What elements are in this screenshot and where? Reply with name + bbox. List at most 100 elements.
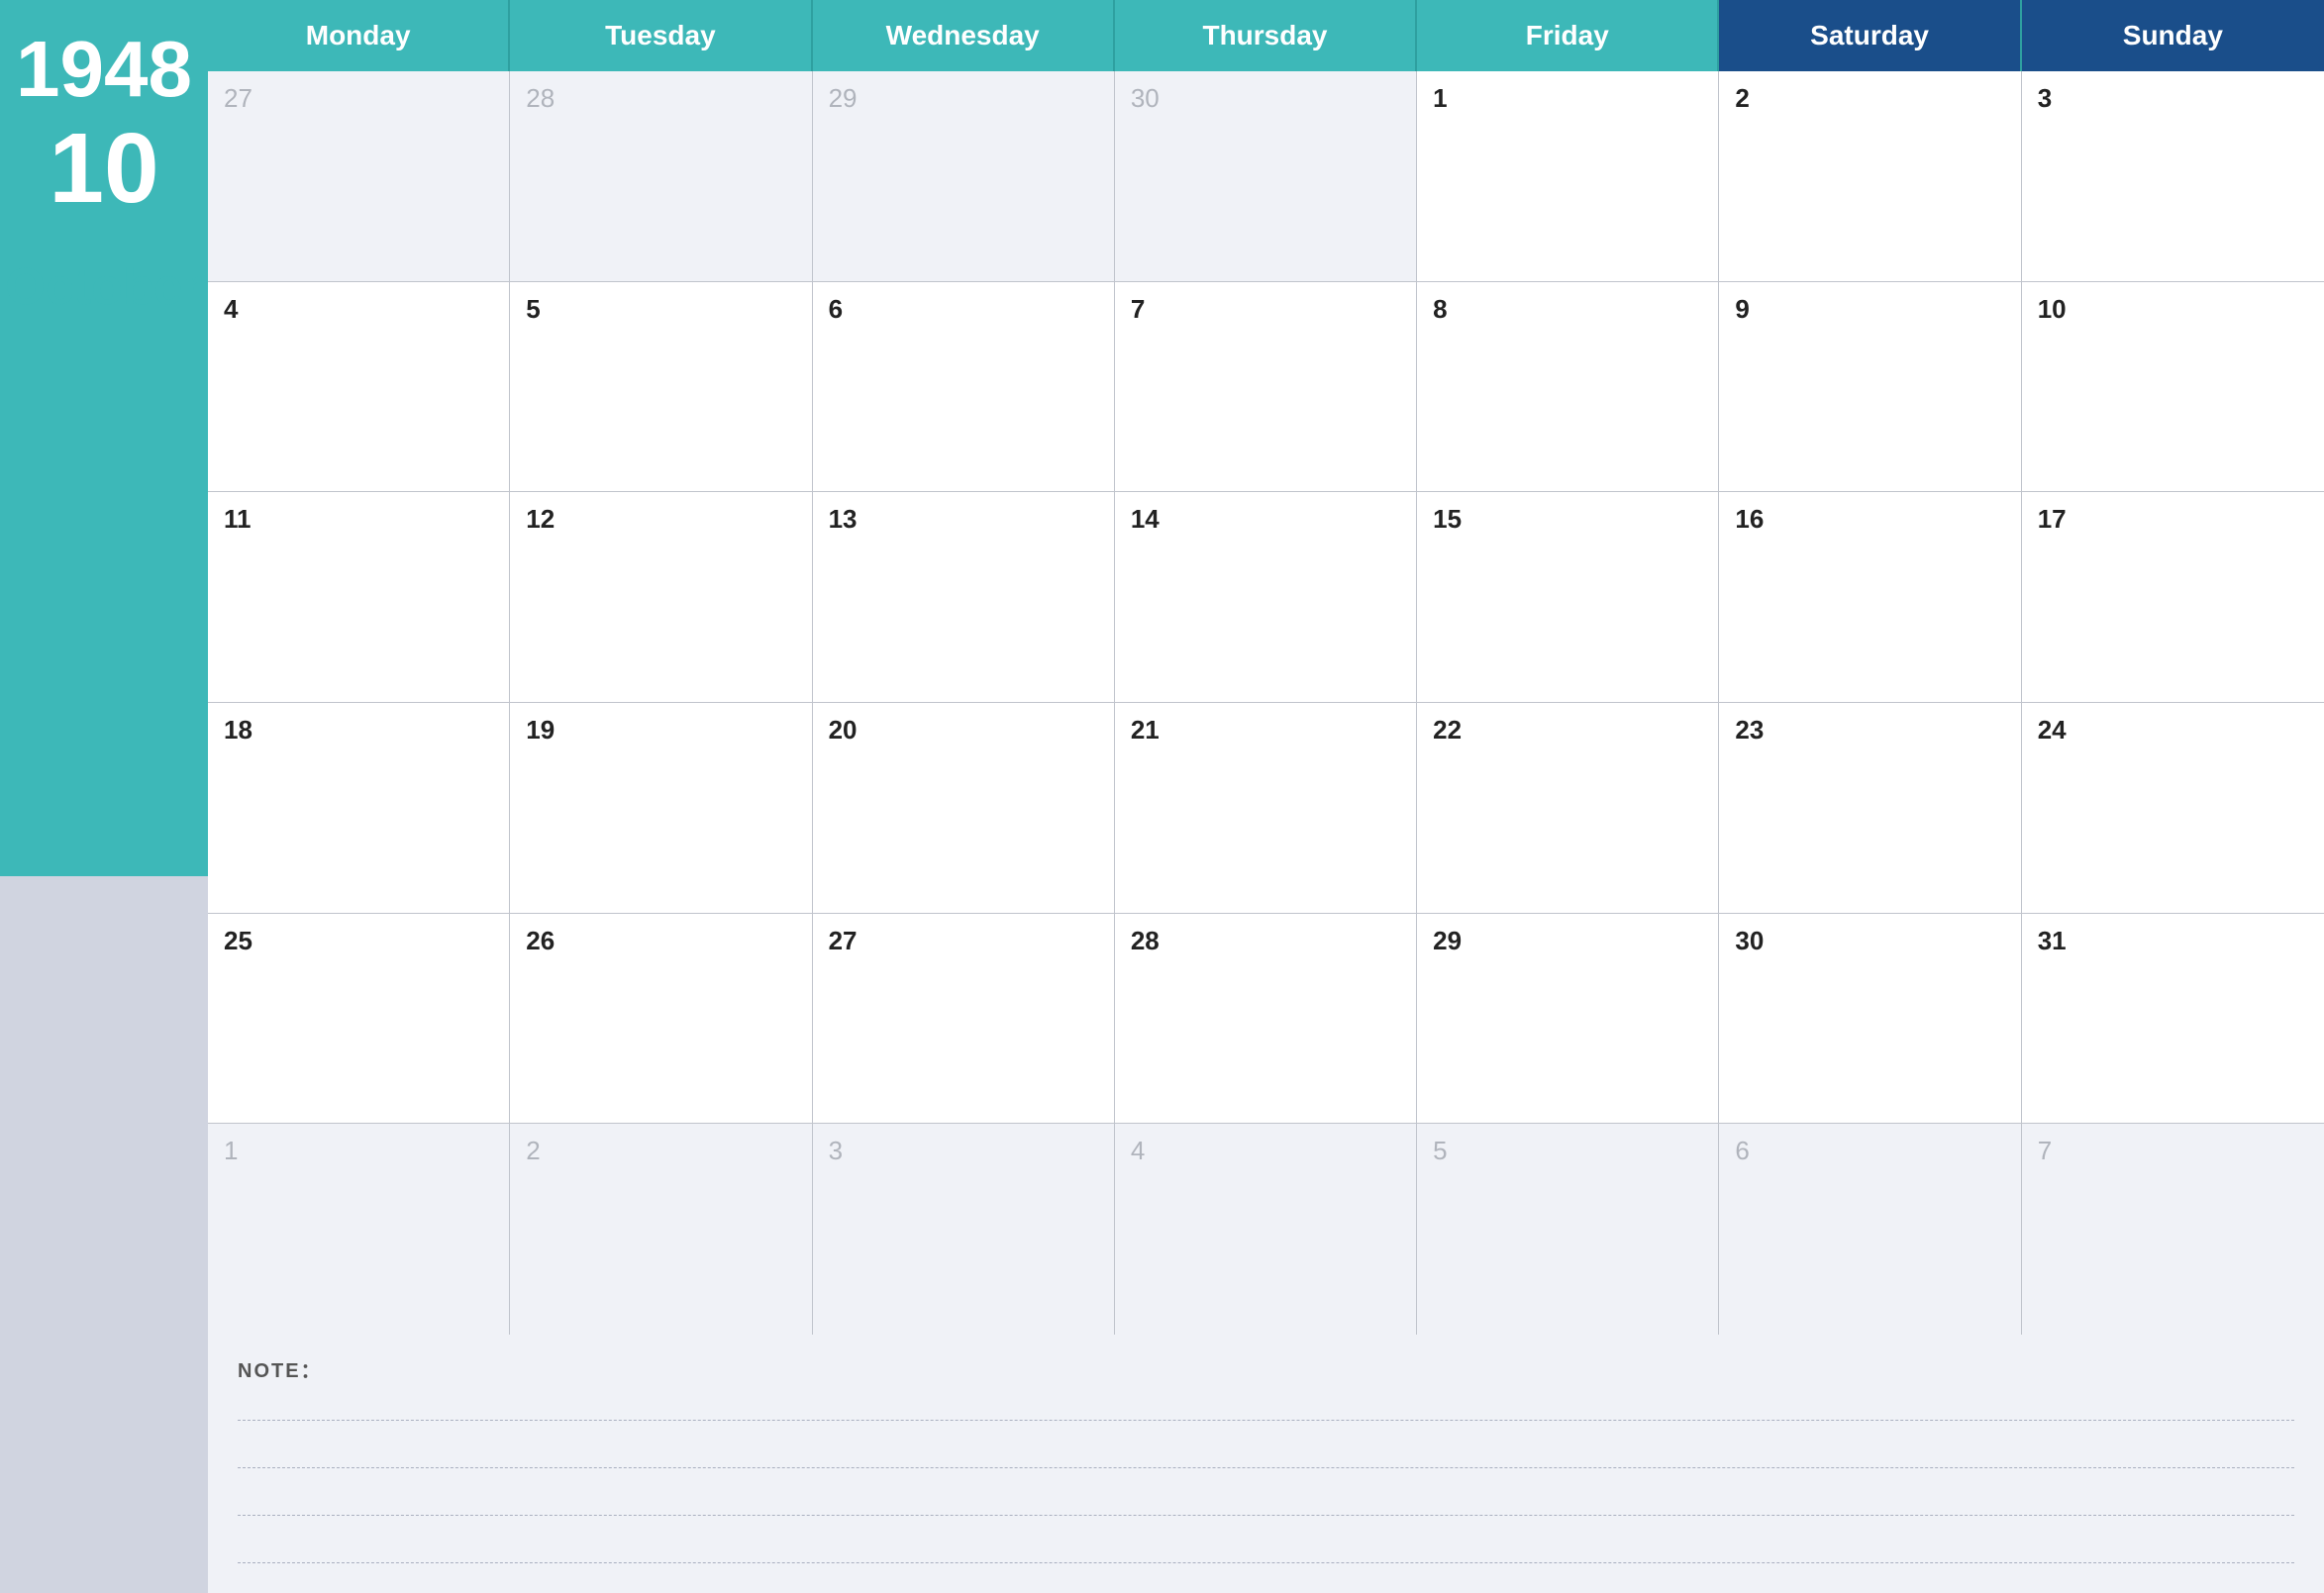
day-number-2-1: 12: [526, 504, 555, 534]
day-number-2-0: 11: [224, 504, 252, 534]
day-number-1-1: 5: [526, 294, 540, 324]
day-cell-2-6[interactable]: 17: [2022, 492, 2324, 702]
day-cell-0-6[interactable]: 3: [2022, 71, 2324, 281]
notes-line-4[interactable]: [238, 1534, 2294, 1563]
day-number-1-5: 9: [1735, 294, 1749, 324]
day-cell-1-4[interactable]: 8: [1417, 282, 1719, 492]
day-number-4-5: 30: [1735, 926, 1764, 955]
day-number-3-1: 19: [526, 715, 555, 745]
day-number-5-6: 7: [2038, 1136, 2052, 1165]
day-cell-1-6[interactable]: 10: [2022, 282, 2324, 492]
day-number-3-6: 24: [2038, 715, 2067, 745]
day-cell-3-5[interactable]: 23: [1719, 703, 2021, 913]
day-number-3-0: 18: [224, 715, 253, 745]
header-wednesday: Wednesday: [813, 0, 1115, 71]
header-sunday: Sunday: [2022, 0, 2324, 71]
day-cell-5-5[interactable]: 6: [1719, 1124, 2021, 1335]
day-number-1-0: 4: [224, 294, 238, 324]
day-number-5-4: 5: [1433, 1136, 1447, 1165]
day-number-5-3: 4: [1131, 1136, 1145, 1165]
day-cell-3-0[interactable]: 18: [208, 703, 510, 913]
day-number-5-1: 2: [526, 1136, 540, 1165]
calendar-main: Monday Tuesday Wednesday Thursday Friday…: [208, 0, 2324, 1593]
day-cell-3-4[interactable]: 22: [1417, 703, 1719, 913]
day-number-5-2: 3: [829, 1136, 843, 1165]
day-number-3-5: 23: [1735, 715, 1764, 745]
calendar-header: Monday Tuesday Wednesday Thursday Friday…: [208, 0, 2324, 71]
day-cell-4-0[interactable]: 25: [208, 914, 510, 1124]
day-number-0-0: 27: [224, 83, 253, 113]
day-number-0-5: 2: [1735, 83, 1749, 113]
day-number-1-2: 6: [829, 294, 843, 324]
day-number-0-3: 30: [1131, 83, 1160, 113]
header-thursday: Thursday: [1115, 0, 1417, 71]
week-row-3: 11 12 13 1415 16 17: [208, 492, 2324, 703]
day-number-1-6: 10: [2038, 294, 2067, 324]
day-cell-2-0[interactable]: 11: [208, 492, 510, 702]
day-number-2-5: 16: [1735, 504, 1764, 534]
day-cell-2-1[interactable]: 12: [510, 492, 812, 702]
day-number-2-6: 17: [2038, 504, 2067, 534]
notes-label: NOTE：: [238, 1354, 2294, 1383]
notes-lines: [238, 1391, 2294, 1563]
week-row-1: 27 28 29 30 12 3: [208, 71, 2324, 282]
day-cell-3-6[interactable]: 24: [2022, 703, 2324, 913]
header-friday: Friday: [1417, 0, 1719, 71]
day-cell-5-0[interactable]: 1: [208, 1124, 510, 1335]
day-cell-5-2[interactable]: 3: [813, 1124, 1115, 1335]
day-cell-4-2[interactable]: 27: [813, 914, 1115, 1124]
day-cell-2-2[interactable]: 13: [813, 492, 1115, 702]
calendar-grid: 2728293012345678910111213141516171819202…: [208, 71, 2324, 1335]
day-number-2-2: 13: [829, 504, 858, 534]
notes-line-3[interactable]: [238, 1486, 2294, 1516]
month-number-display: 10: [49, 119, 158, 218]
day-cell-1-2[interactable]: 6: [813, 282, 1115, 492]
day-cell-0-1[interactable]: 28: [510, 71, 812, 281]
day-cell-0-5[interactable]: 2: [1719, 71, 2021, 281]
day-cell-0-3[interactable]: 30: [1115, 71, 1417, 281]
day-cell-1-5[interactable]: 9: [1719, 282, 2021, 492]
notes-section: NOTE：: [208, 1335, 2324, 1593]
day-cell-4-3[interactable]: 28: [1115, 914, 1417, 1124]
day-cell-5-6[interactable]: 7: [2022, 1124, 2324, 1335]
day-cell-5-1[interactable]: 2: [510, 1124, 812, 1335]
sidebar: 1948 10 October: [0, 0, 208, 1593]
day-number-4-2: 27: [829, 926, 858, 955]
day-cell-5-3[interactable]: 4: [1115, 1124, 1417, 1335]
day-cell-3-1[interactable]: 19: [510, 703, 812, 913]
week-row-4: 18 19 20 21 22 23 24: [208, 703, 2324, 914]
day-number-1-3: 7: [1131, 294, 1145, 324]
day-cell-2-5[interactable]: 16: [1719, 492, 2021, 702]
notes-line-1[interactable]: [238, 1391, 2294, 1421]
day-number-0-2: 29: [829, 83, 858, 113]
day-cell-0-4[interactable]: 1: [1417, 71, 1719, 281]
day-cell-0-2[interactable]: 29: [813, 71, 1115, 281]
day-number-5-0: 1: [224, 1136, 238, 1165]
day-cell-3-3[interactable]: 21: [1115, 703, 1417, 913]
day-number-0-1: 28: [526, 83, 555, 113]
day-cell-5-4[interactable]: 5: [1417, 1124, 1719, 1335]
month-name-display: October: [5, 257, 202, 317]
day-number-3-4: 22: [1433, 715, 1462, 745]
day-cell-3-2[interactable]: 20: [813, 703, 1115, 913]
day-cell-1-3[interactable]: 7: [1115, 282, 1417, 492]
day-number-4-4: 29: [1433, 926, 1462, 955]
day-number-3-3: 21: [1131, 715, 1160, 745]
day-cell-2-4[interactable]: 15: [1417, 492, 1719, 702]
notes-line-2[interactable]: [238, 1439, 2294, 1468]
day-number-4-3: 28: [1131, 926, 1160, 955]
day-cell-1-0[interactable]: 4: [208, 282, 510, 492]
day-cell-4-5[interactable]: 30: [1719, 914, 2021, 1124]
day-cell-0-0[interactable]: 27: [208, 71, 510, 281]
day-number-3-2: 20: [829, 715, 858, 745]
day-number-0-6: 3: [2038, 83, 2052, 113]
day-cell-4-4[interactable]: 29: [1417, 914, 1719, 1124]
week-row-6: 1 2 3 4 5 6 7: [208, 1124, 2324, 1335]
day-cell-4-1[interactable]: 26: [510, 914, 812, 1124]
day-cell-2-3[interactable]: 14: [1115, 492, 1417, 702]
day-cell-1-1[interactable]: 5: [510, 282, 812, 492]
year-display: 1948: [16, 30, 192, 109]
day-number-5-5: 6: [1735, 1136, 1749, 1165]
day-number-4-0: 25: [224, 926, 253, 955]
day-cell-4-6[interactable]: 31: [2022, 914, 2324, 1124]
